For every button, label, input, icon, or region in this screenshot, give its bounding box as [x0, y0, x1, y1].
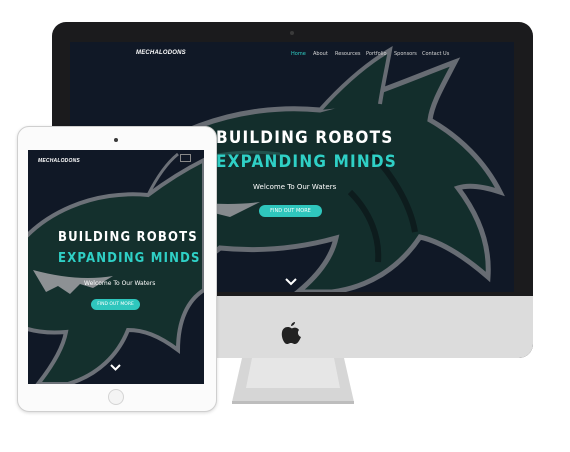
find-out-more-button[interactable]: FIND OUT MORE [91, 299, 140, 310]
shark-mascot-illustration [28, 150, 204, 384]
nav-item-home[interactable]: Home [291, 51, 306, 57]
desktop-navbar: MECHALODONS Home About Resources Portfol… [70, 42, 514, 64]
brand-logo[interactable]: MECHALODONS [136, 50, 186, 56]
hero-headline-line2: EXPANDING MINDS [216, 152, 398, 172]
hero-subtitle: Welcome To Our Waters [253, 183, 337, 191]
find-out-more-button[interactable]: FIND OUT MORE [259, 205, 322, 217]
hamburger-menu-icon[interactable] [180, 154, 191, 162]
hero-headline-line1: BUILDING ROBOTS [58, 230, 198, 245]
nav-item-portfolio[interactable]: Portfolio [366, 51, 387, 57]
tablet-camera [114, 138, 118, 142]
tablet-home-button[interactable] [108, 389, 124, 405]
imac-camera [290, 31, 294, 35]
apple-logo-icon [281, 322, 301, 344]
nav-item-contact-us[interactable]: Contact Us [422, 51, 449, 57]
imac-stand [232, 358, 354, 404]
tablet-website-screen: MECHALODONS BUILDING ROBOTS EXPANDING MI… [28, 150, 204, 384]
chevron-down-icon[interactable] [110, 364, 121, 371]
hero-headline-line2: EXPANDING MINDS [58, 251, 201, 266]
nav-item-resources[interactable]: Resources [335, 51, 361, 57]
hero-subtitle: Welcome To Our Waters [84, 280, 156, 287]
chevron-down-icon[interactable] [285, 278, 297, 286]
nav-item-about[interactable]: About [313, 51, 328, 57]
brand-logo[interactable]: MECHALODONS [38, 158, 80, 164]
hero-headline-line1: BUILDING ROBOTS [216, 128, 394, 148]
nav-item-sponsors[interactable]: Sponsors [394, 51, 417, 57]
